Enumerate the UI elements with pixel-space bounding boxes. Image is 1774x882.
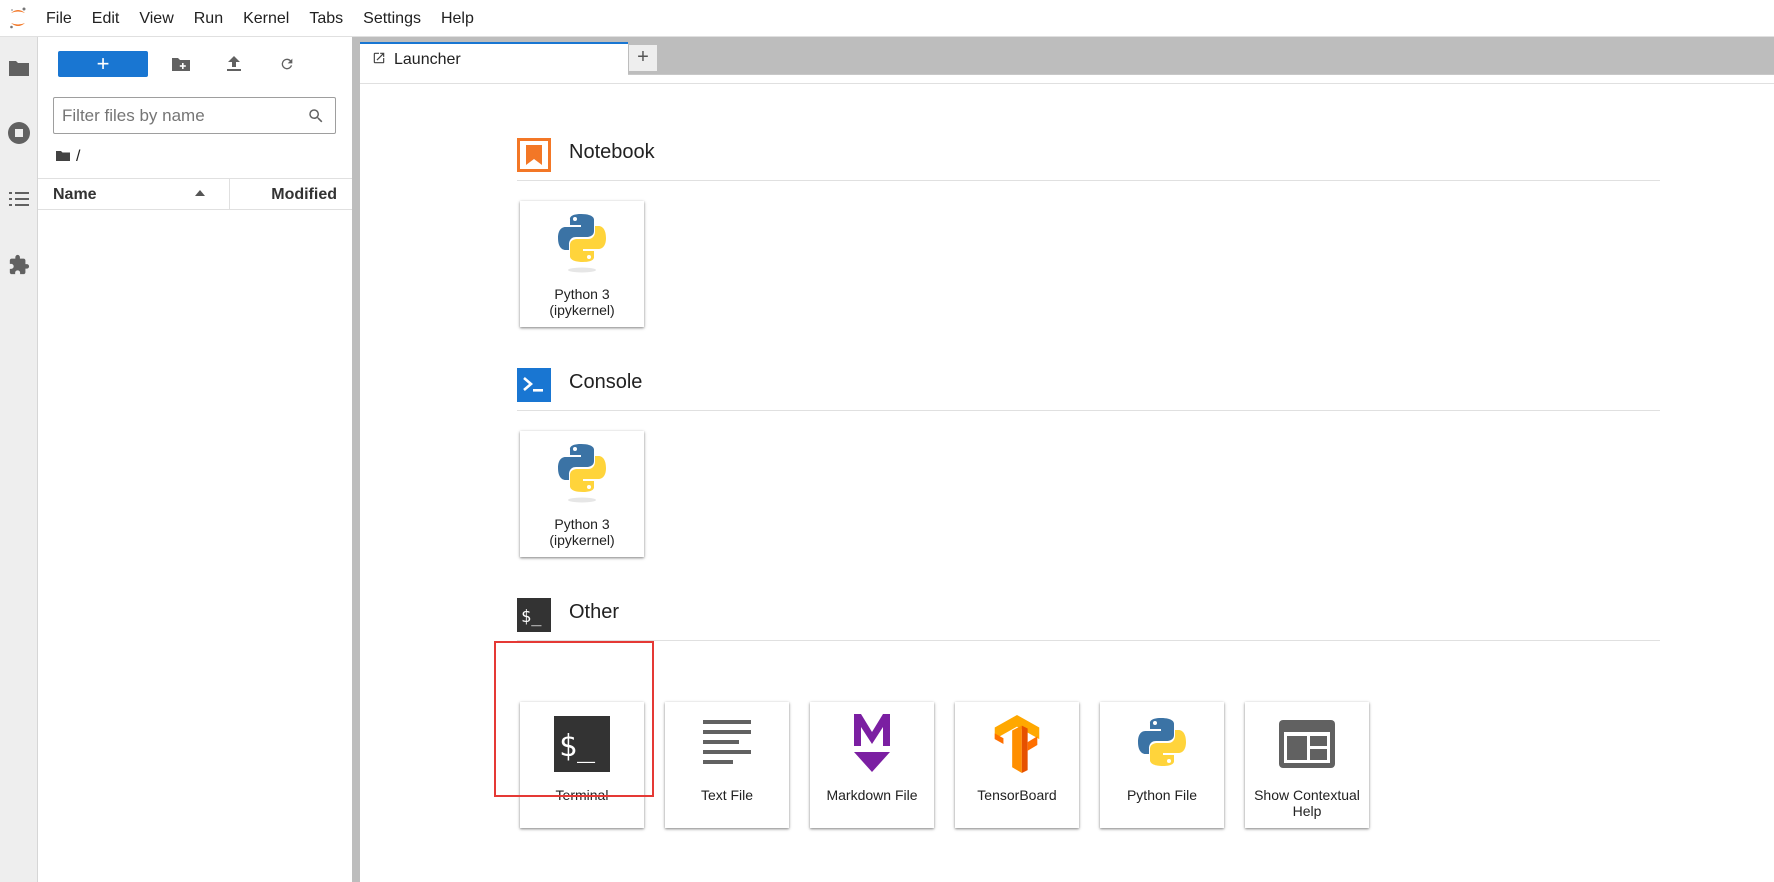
tab-bar: Launcher + <box>360 37 1774 76</box>
panel-splitter[interactable] <box>352 37 360 882</box>
menu-kernel[interactable]: Kernel <box>233 0 299 37</box>
highlight-annotation <box>494 641 654 797</box>
section-title: Notebook <box>569 141 655 163</box>
card-label: Markdown File <box>826 787 918 803</box>
launcher-card-markdown-file[interactable]: Markdown File <box>810 702 934 828</box>
toc-icon[interactable] <box>5 185 33 213</box>
menu-edit[interactable]: Edit <box>82 0 130 37</box>
new-folder-icon[interactable] <box>166 51 196 77</box>
python-icon <box>1132 712 1192 776</box>
section-title: Other <box>569 601 620 623</box>
launcher-card-contextual-help[interactable]: Show Contextual Help <box>1245 702 1369 828</box>
card-label: Python 3 (ipykernel) <box>549 286 615 318</box>
new-launcher-button[interactable]: + <box>58 51 148 77</box>
text-file-icon <box>697 712 757 776</box>
extension-icon[interactable] <box>5 251 33 279</box>
section-header: Notebook <box>517 135 1660 181</box>
column-modified-header[interactable]: Modified <box>271 179 337 209</box>
launcher-card-text-file[interactable]: Text File <box>665 702 789 828</box>
section-title: Console <box>569 371 643 393</box>
menu-bar: File Edit View Run Kernel Tabs Settings … <box>0 0 1774 37</box>
notebook-icon <box>517 138 551 172</box>
console-icon <box>517 368 551 402</box>
section-header: Console <box>517 365 1660 411</box>
launcher-card-python-file[interactable]: Python File <box>1100 702 1224 828</box>
card-label: Python File <box>1126 787 1198 803</box>
launcher-section-notebook: Notebook Python 3 (ipykernel) <box>517 135 1660 375</box>
terminal-section-icon: $_ <box>517 598 551 632</box>
python-icon <box>552 211 612 275</box>
markdown-icon <box>842 712 902 776</box>
card-label: Show Contextual Help <box>1254 787 1360 819</box>
tab-label: Launcher <box>394 51 461 68</box>
breadcrumb-home-icon[interactable] <box>56 148 70 166</box>
activity-bar <box>0 37 38 882</box>
section-header: $_ Other <box>517 595 1660 641</box>
search-icon <box>307 107 325 125</box>
card-label: Text File <box>700 787 754 803</box>
sort-ascending-icon <box>195 190 205 196</box>
tensorboard-icon <box>987 712 1047 776</box>
breadcrumb: / <box>56 147 80 167</box>
file-browser: + / Name Modified <box>38 37 352 882</box>
menu-help[interactable]: Help <box>431 0 484 37</box>
file-browser-toolbar: + <box>38 47 352 77</box>
menu-file[interactable]: File <box>36 0 82 37</box>
content-divider <box>360 83 1774 84</box>
launcher-section-other: $_ Other $_ Terminal Text File Markdown … <box>517 595 1660 835</box>
launcher-card-tensorboard[interactable]: TensorBoard <box>955 702 1079 828</box>
filter-box <box>53 97 336 134</box>
card-label: TensorBoard <box>977 787 1057 803</box>
menu-run[interactable]: Run <box>184 0 233 37</box>
svg-text:$_: $_ <box>521 607 542 627</box>
add-tab-button[interactable]: + <box>628 44 658 72</box>
launcher-section-console: Console Python 3 (ipykernel) <box>517 365 1660 605</box>
upload-icon[interactable] <box>219 51 249 77</box>
filter-files-input[interactable] <box>62 98 302 133</box>
card-label: Python 3 (ipykernel) <box>549 516 615 548</box>
menu-tabs[interactable]: Tabs <box>299 0 353 37</box>
folder-icon[interactable] <box>5 54 33 82</box>
column-name-header[interactable]: Name <box>53 179 97 209</box>
menu-settings[interactable]: Settings <box>353 0 431 37</box>
tab-launcher[interactable]: Launcher <box>360 42 628 76</box>
launcher-tab-icon <box>372 51 386 70</box>
launcher-card-python3-notebook[interactable]: Python 3 (ipykernel) <box>520 201 644 327</box>
running-icon[interactable] <box>5 119 33 147</box>
python-icon <box>552 441 612 505</box>
refresh-icon[interactable] <box>272 51 302 77</box>
jupyter-logo-icon <box>0 0 36 37</box>
column-divider[interactable] <box>229 179 230 209</box>
menu-view[interactable]: View <box>129 0 183 37</box>
contextual-help-icon <box>1277 712 1337 776</box>
file-listing-header: Name Modified <box>38 178 352 210</box>
breadcrumb-path[interactable]: / <box>76 148 80 166</box>
launcher-card-python3-console[interactable]: Python 3 (ipykernel) <box>520 431 644 557</box>
